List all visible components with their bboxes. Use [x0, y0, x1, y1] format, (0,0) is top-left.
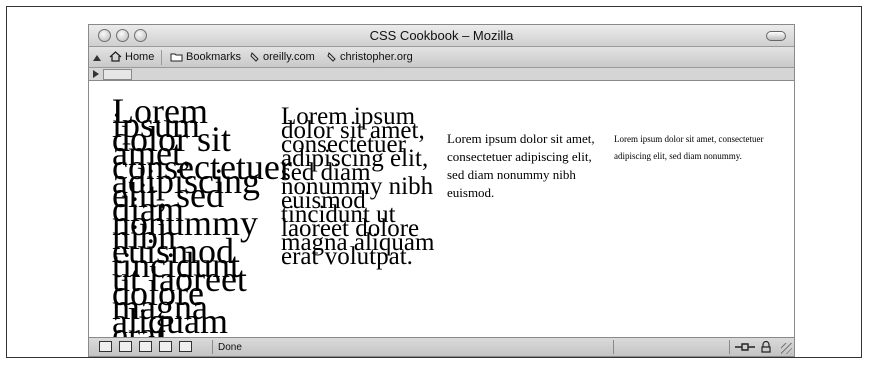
status-bar: Done: [89, 337, 794, 356]
online-connection-icon[interactable]: [734, 341, 756, 356]
personal-toolbar: Home Bookmarks oreilly.com christopher.o…: [89, 47, 794, 68]
browser-window: CSS Cookbook – Mozilla Home Bookmarks or…: [88, 24, 795, 357]
bookmark-link-icon: [327, 52, 337, 65]
bookmark-link-icon: [250, 52, 260, 65]
bookmark-link-oreilly[interactable]: oreilly.com: [250, 51, 315, 65]
navigation-field[interactable]: [103, 69, 132, 80]
title-bar: CSS Cookbook – Mozilla: [89, 25, 794, 47]
bookmark-link-label: christopher.org: [340, 51, 413, 63]
folder-icon: [170, 52, 183, 65]
status-divider: [212, 340, 213, 354]
status-divider: [729, 340, 730, 354]
status-text: Done: [218, 342, 242, 353]
bookmark-link-christopher[interactable]: christopher.org: [327, 51, 413, 65]
home-label: Home: [125, 51, 155, 63]
lorem-paragraph-xlarge: Lorem ipsum dolor sit amet, consectetuer…: [112, 91, 292, 339]
mail-icon[interactable]: [119, 341, 132, 352]
window-title: CSS Cookbook – Mozilla: [369, 28, 514, 43]
bookmark-link-label: oreilly.com: [263, 51, 315, 63]
toolbar-toggle-button[interactable]: [766, 31, 786, 41]
figure-frame: CSS Cookbook – Mozilla Home Bookmarks or…: [6, 6, 862, 358]
status-divider: [613, 340, 614, 354]
page-content: Lorem ipsum dolor sit amet, consectetuer…: [89, 81, 794, 339]
toolbar-collapse-icon[interactable]: [93, 55, 101, 61]
expand-toolbar-icon[interactable]: [93, 70, 99, 78]
home-button[interactable]: Home: [109, 51, 154, 65]
lorem-paragraph-medium: Lorem ipsum dolor sit amet, consectetuer…: [447, 131, 595, 200]
navigator-icon[interactable]: [99, 341, 112, 352]
bookmarks-label: Bookmarks: [186, 51, 242, 63]
security-lock-icon[interactable]: [760, 340, 772, 356]
navigation-strip: [89, 68, 794, 81]
home-icon: [109, 51, 122, 65]
bookmarks-button[interactable]: Bookmarks: [170, 51, 241, 65]
address-book-icon[interactable]: [159, 341, 172, 352]
lorem-paragraph-large: Lorem ipsum dolor sit amet, consectetuer…: [281, 103, 435, 270]
resize-grip-icon[interactable]: [781, 343, 792, 354]
toolbar-divider: [161, 50, 162, 65]
lorem-paragraph-small: Lorem ipsum dolor sit amet, consectetuer…: [614, 134, 764, 161]
composer-icon[interactable]: [139, 341, 152, 352]
chat-icon[interactable]: [179, 341, 192, 352]
